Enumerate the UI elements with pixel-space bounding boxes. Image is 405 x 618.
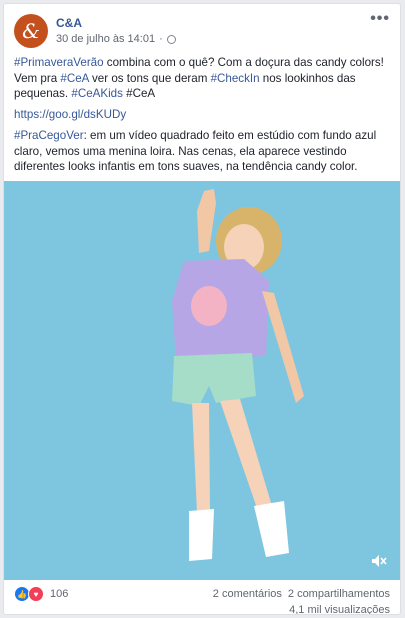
- video-frame: [4, 181, 400, 580]
- post-meta: 30 de julho às 14:01 ·: [56, 33, 176, 45]
- post-link[interactable]: https://goo.gl/dsKUDy: [14, 107, 392, 123]
- hashtag-link[interactable]: #CheckIn: [211, 72, 260, 85]
- hashtag-link[interactable]: #CeA: [60, 72, 88, 85]
- video-player[interactable]: [4, 181, 400, 580]
- globe-icon: [166, 34, 176, 44]
- speaker-muted-icon[interactable]: [370, 552, 388, 570]
- url-link[interactable]: https://goo.gl/dsKUDy: [14, 108, 126, 121]
- girl-shorts: [172, 353, 256, 406]
- hashtag-link[interactable]: #PrimaveraVerão: [14, 56, 104, 69]
- shirt-print: [191, 286, 227, 326]
- post-text-description: #PraCegoVer: em um vídeo quadrado feito …: [14, 129, 377, 173]
- hashtag-link[interactable]: #CeAKids: [71, 87, 123, 100]
- more-options-icon[interactable]: •••: [370, 10, 390, 28]
- post-card: & C&A 30 de julho às 14:01 · ••• #Primav…: [3, 3, 401, 615]
- post-timestamp[interactable]: 30 de julho às 14:01: [56, 33, 155, 45]
- hashtag-link[interactable]: #PraCegoVer: [14, 129, 84, 142]
- reactions-summary[interactable]: 👍 ♥ 106: [14, 586, 68, 602]
- post-text-paragraph: #PrimaveraVerão combina com o quê? Com a…: [14, 56, 384, 100]
- page-name-link[interactable]: C&A: [56, 16, 82, 30]
- love-reaction-icon: ♥: [28, 586, 44, 602]
- reaction-count: 106: [50, 588, 69, 600]
- comments-count-link[interactable]: 2 comentários: [213, 588, 282, 600]
- shares-count-link[interactable]: 2 compartilhamentos: [288, 588, 390, 600]
- girl-shoe-left: [189, 509, 214, 561]
- engagement-counts: 2 comentários 2 compartilhamentos: [213, 588, 390, 600]
- views-count: 4,1 mil visualizações: [289, 604, 390, 615]
- post-header: & C&A 30 de julho às 14:01 · •••: [14, 10, 390, 54]
- page-avatar[interactable]: &: [14, 14, 48, 48]
